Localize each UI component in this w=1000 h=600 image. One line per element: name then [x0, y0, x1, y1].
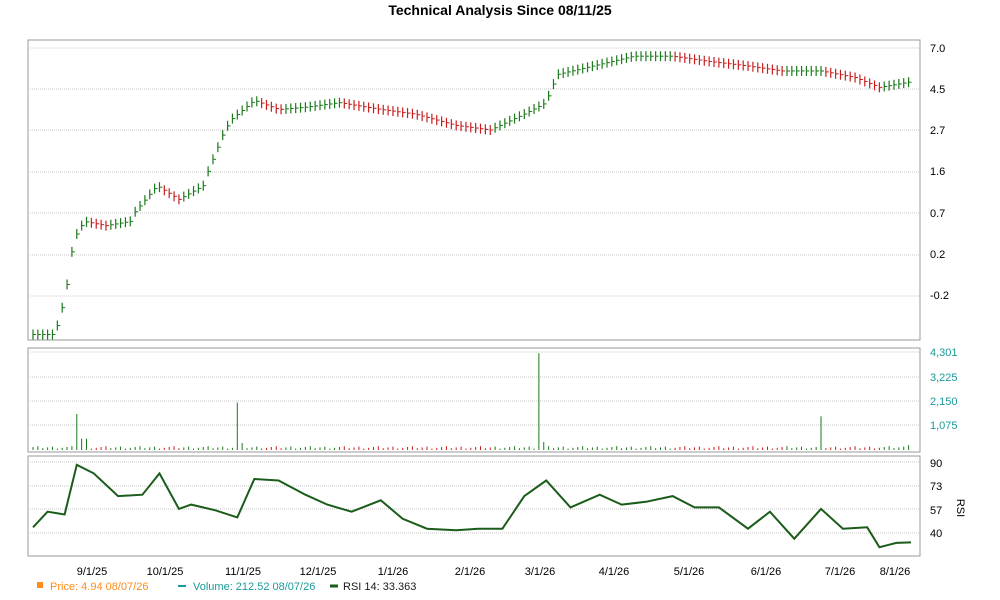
- x-tick-label: 12/1/25: [300, 566, 337, 578]
- price-legend-swatch: [37, 582, 43, 588]
- rsi-tick-label: 73: [930, 481, 942, 493]
- chart-title: Technical Analysis Since 08/11/25: [388, 2, 612, 18]
- x-tick-label: 8/1/26: [880, 566, 911, 578]
- price-y-axis: 7.0 4.5 2.7 1.6 0.7 0.2 -0.2: [930, 43, 949, 302]
- volume-tick-label: 2,150: [930, 396, 958, 408]
- rsi-panel: [27, 455, 921, 557]
- price-tick-label: 0.2: [930, 249, 945, 261]
- x-tick-label: 4/1/26: [599, 566, 630, 578]
- x-tick-label: 7/1/26: [825, 566, 856, 578]
- x-tick-label: 2/1/26: [455, 566, 486, 578]
- x-tick-label: 3/1/26: [525, 566, 556, 578]
- volume-y-axis: 4,301 3,225 2,150 1,075: [930, 347, 958, 432]
- volume-legend-label: Volume: 212.52 08/07/26: [193, 581, 315, 593]
- price-tick-label: 7.0: [930, 43, 945, 55]
- rsi-y-axis: 90 73 57 40 RSI: [930, 458, 966, 540]
- legend: Price: 4.94 08/07/26 Volume: 212.52 08/0…: [37, 581, 416, 593]
- volume-tick-label: 4,301: [930, 347, 958, 359]
- x-tick-label: 6/1/26: [751, 566, 782, 578]
- volume-tick-label: 1,075: [930, 420, 958, 432]
- rsi-tick-label: 40: [930, 528, 942, 540]
- price-legend-label: Price: 4.94 08/07/26: [50, 581, 148, 593]
- price-tick-label: 1.6: [930, 166, 945, 178]
- x-axis: 9/1/25 10/1/25 11/1/25 12/1/25 1/1/26 2/…: [77, 566, 911, 578]
- rsi-tick-label: 57: [930, 505, 942, 517]
- price-tick-label: 0.7: [930, 208, 945, 220]
- rsi-series-line: [32, 463, 912, 549]
- volume-panel: [27, 347, 921, 453]
- x-tick-label: 11/1/25: [225, 566, 261, 578]
- x-tick-label: 1/1/26: [378, 566, 409, 578]
- x-tick-label: 10/1/25: [147, 566, 184, 578]
- price-tick-label: 2.7: [930, 125, 945, 137]
- price-tick-label: 4.5: [930, 84, 945, 96]
- rsi-axis-label: RSI: [954, 499, 966, 517]
- volume-bars: [32, 353, 910, 450]
- x-tick-label: 5/1/26: [674, 566, 705, 578]
- x-tick-label: 9/1/25: [77, 566, 108, 578]
- technical-analysis-chart: Technical Analysis Since 08/11/25 7.0 4.…: [27, 2, 966, 593]
- price-panel: [27, 39, 921, 341]
- grid-lines: [28, 47, 920, 534]
- rsi-legend-label: RSI 14: 33.363: [343, 581, 416, 593]
- price-tick-label: -0.2: [930, 290, 949, 302]
- rsi-tick-label: 90: [930, 458, 942, 470]
- volume-tick-label: 3,225: [930, 372, 958, 384]
